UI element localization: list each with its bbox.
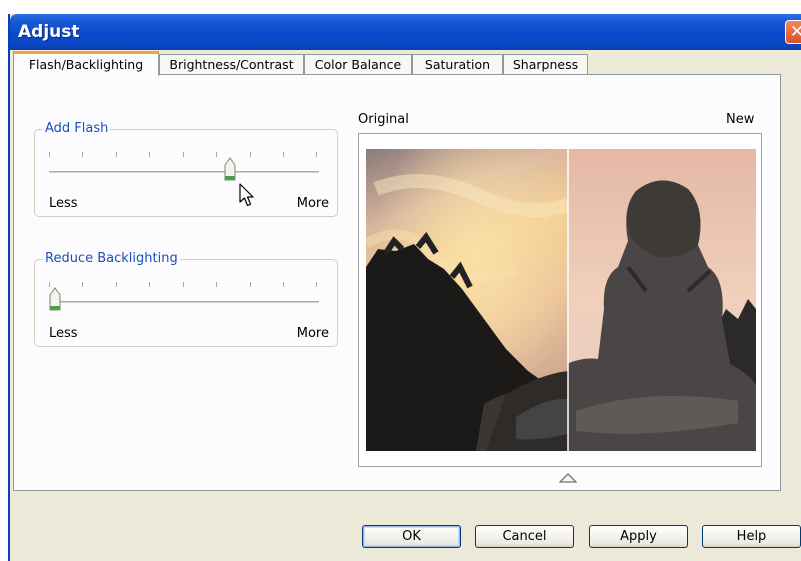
add-flash-track[interactable]	[49, 171, 319, 173]
tab-saturation[interactable]: Saturation	[412, 54, 503, 75]
ok-button[interactable]: OK	[362, 525, 461, 548]
apply-button[interactable]: Apply	[589, 525, 688, 548]
reduce-backlighting-track[interactable]	[49, 301, 319, 303]
add-flash-group: Add Flash Less More	[34, 121, 338, 217]
tab-flash-backlighting[interactable]: Flash/Backlighting	[13, 51, 159, 76]
tab-label: Sharpness	[512, 57, 579, 72]
cancel-button[interactable]: Cancel	[475, 525, 574, 548]
add-flash-title: Add Flash	[43, 121, 111, 137]
tab-label: Saturation	[424, 57, 491, 72]
reduce-backlighting-title: Reduce Backlighting	[43, 251, 180, 267]
new-label: New	[726, 112, 755, 127]
add-flash-ticks	[49, 152, 317, 158]
tab-sharpness[interactable]: Sharpness	[503, 54, 588, 75]
tab-brightness-contrast[interactable]: Brightness/Contrast	[159, 54, 304, 75]
tab-label: Flash/Backlighting	[28, 57, 144, 72]
reduce-backlighting-group: Reduce Backlighting Less More	[34, 251, 338, 347]
add-flash-more-label: More	[296, 196, 329, 211]
close-button[interactable]: ✕	[785, 20, 801, 44]
mouse-cursor-icon	[239, 183, 254, 207]
reduce-backlighting-slider-thumb[interactable]	[49, 287, 61, 311]
tab-panel: Add Flash Less More Reduce Backlighting	[13, 74, 781, 491]
add-flash-less-label: Less	[49, 196, 78, 211]
reduce-backlighting-less-label: Less	[49, 326, 78, 341]
tab-label: Brightness/Contrast	[169, 57, 294, 72]
title-bar[interactable]: Adjust	[10, 14, 801, 50]
reduce-backlighting-ticks	[49, 282, 317, 288]
help-button[interactable]: Help	[702, 525, 801, 548]
preview-frame	[358, 133, 762, 467]
reduce-backlighting-more-label: More	[296, 326, 329, 341]
window-title: Adjust	[18, 22, 80, 42]
tab-color-balance[interactable]: Color Balance	[304, 54, 412, 75]
add-flash-slider-thumb[interactable]	[224, 157, 236, 181]
split-position-marker-icon[interactable]	[558, 473, 577, 483]
close-icon: ✕	[790, 22, 801, 42]
preview-image	[366, 149, 756, 451]
original-label: Original	[358, 112, 409, 127]
tab-label: Color Balance	[314, 57, 402, 72]
